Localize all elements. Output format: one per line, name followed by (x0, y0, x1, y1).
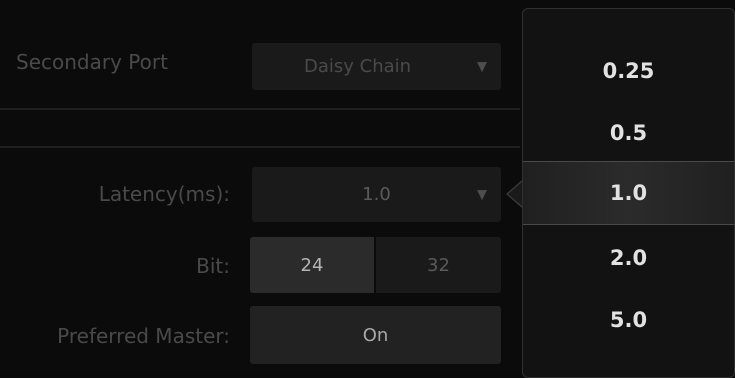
divider (0, 146, 520, 148)
latency-options-popup: 0.25 0.5 1.0 2.0 5.0 (522, 8, 735, 378)
bit-option-32[interactable]: 32 (376, 237, 501, 293)
bit-option-24[interactable]: 24 (250, 237, 374, 293)
latency-option-5.0[interactable]: 5.0 (523, 289, 734, 351)
option-label: 5.0 (609, 308, 648, 332)
bit-label: Bit: (196, 254, 230, 278)
option-label: 2.0 (609, 246, 648, 270)
chevron-down-icon: ▼ (477, 187, 487, 202)
latency-option-2.0[interactable]: 2.0 (523, 227, 734, 289)
preferred-master-label: Preferred Master: (57, 324, 230, 348)
popup-pointer (508, 181, 523, 207)
latency-label: Latency(ms): (98, 182, 230, 206)
latency-option-0.5[interactable]: 0.5 (523, 102, 734, 164)
bit-option-label: 32 (427, 254, 450, 276)
chevron-down-icon: ▼ (477, 59, 487, 74)
divider (0, 108, 520, 110)
latency-value: 1.0 (362, 184, 391, 205)
latency-option-0.25[interactable]: 0.25 (523, 40, 734, 102)
preferred-master-toggle[interactable]: On (250, 306, 501, 364)
bit-option-label: 24 (300, 254, 324, 276)
option-label: 1.0 (609, 181, 648, 205)
option-label: 0.25 (602, 59, 655, 83)
secondary-port-dropdown[interactable]: Daisy Chain ▼ (252, 43, 501, 90)
secondary-port-label: Secondary Port (16, 50, 168, 74)
secondary-port-value: Daisy Chain (304, 56, 412, 77)
latency-dropdown[interactable]: 1.0 ▼ (252, 167, 501, 222)
option-label: 0.5 (609, 121, 648, 145)
preferred-master-value: On (362, 324, 389, 346)
latency-option-1.0[interactable]: 1.0 (523, 161, 734, 225)
